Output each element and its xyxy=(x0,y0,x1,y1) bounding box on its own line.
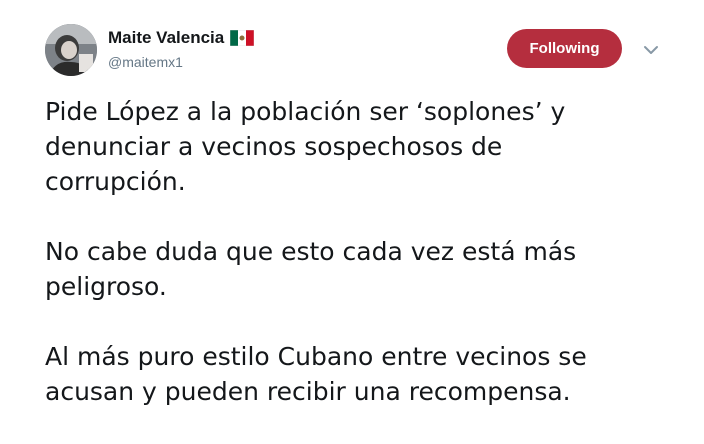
avatar[interactable] xyxy=(45,24,97,76)
mexico-flag-icon xyxy=(230,30,255,46)
tweet-text: Pide López a la población ser ‘soplones’… xyxy=(45,94,685,444)
tweet-paragraph: Pide López a la población ser ‘soplones’… xyxy=(45,97,566,196)
author-display-name-row[interactable]: Maite Valencia xyxy=(108,28,255,48)
chevron-down-icon[interactable] xyxy=(641,40,661,60)
tweet-paragraph: No cabe duda que esto cada vez está más … xyxy=(45,237,577,301)
author-username[interactable]: @maitemx1 xyxy=(108,53,183,71)
following-button[interactable]: Following xyxy=(507,29,622,68)
avatar-photo xyxy=(45,24,97,76)
author-display-name[interactable]: Maite Valencia xyxy=(108,28,224,48)
tweet-paragraph: Al más puro estilo Cubano entre vecinos … xyxy=(45,342,587,406)
